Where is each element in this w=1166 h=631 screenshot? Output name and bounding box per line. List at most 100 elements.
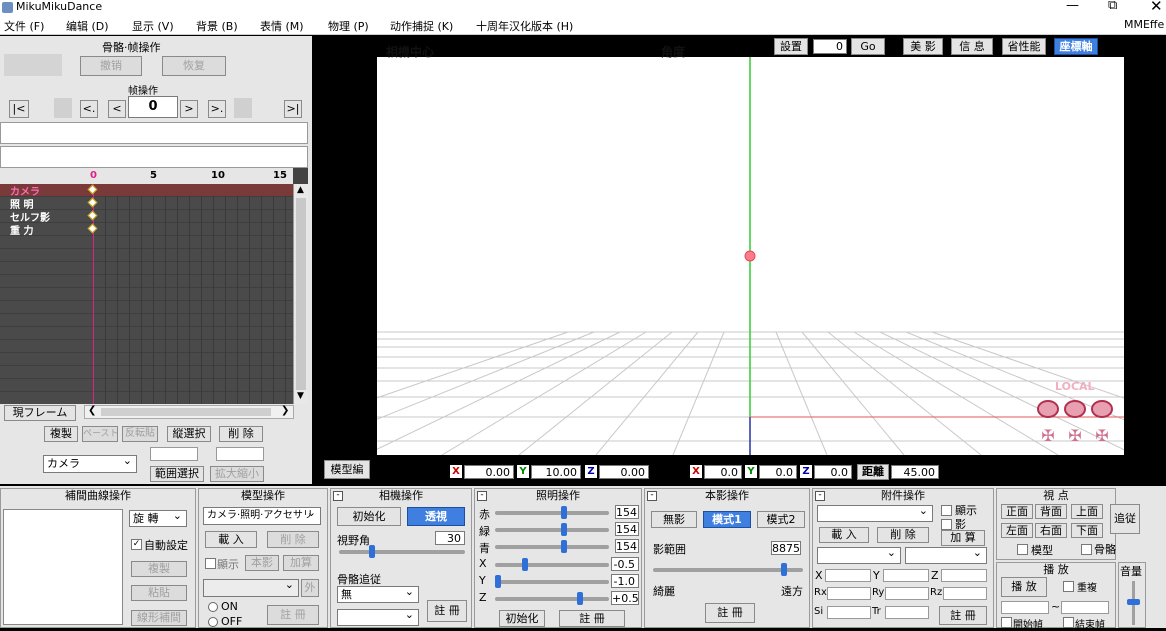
viewport[interactable]: 相機中心 角度 設置 0 Go 美 影 信 息 省性能 座標軸 LOCAL ✠ …: [318, 36, 1166, 484]
next-frame-button[interactable]: >: [180, 100, 198, 118]
on-radio[interactable]: [208, 602, 218, 612]
accessory-bone-select[interactable]: [905, 547, 987, 564]
light-z-input[interactable]: +0.5: [611, 591, 639, 605]
slider-knob[interactable]: [577, 592, 583, 605]
move-y-icon[interactable]: ✠: [1064, 428, 1086, 444]
accessory-select[interactable]: [817, 505, 933, 522]
save-performance-button[interactable]: 省性能: [1002, 38, 1046, 55]
slider-knob[interactable]: [561, 540, 567, 553]
go-button[interactable]: Go: [851, 38, 885, 55]
timeline[interactable]: 0 5 10 15 カメラ 照 明 セルフ影 重 力 ▲ ▼: [0, 168, 308, 404]
scene-canvas[interactable]: [377, 57, 1124, 455]
menu-morph[interactable]: 表情 (M): [260, 18, 304, 34]
light-blue-slider[interactable]: [495, 540, 609, 553]
frame-goto-input[interactable]: 0: [813, 39, 847, 54]
vertical-select-button[interactable]: 縦選択: [167, 426, 211, 442]
play-end-input[interactable]: [1061, 601, 1109, 614]
camera-angle-z[interactable]: 0.0: [814, 465, 852, 479]
timeline-hscrollbar[interactable]: ❮ ❯: [84, 405, 294, 419]
target-select[interactable]: カメラ: [43, 455, 137, 473]
fov-knob[interactable]: [369, 545, 375, 558]
view-right-button[interactable]: 右面: [1035, 523, 1067, 538]
rotate-z-icon[interactable]: [1091, 400, 1113, 418]
menu-edit[interactable]: 编辑 (D): [66, 18, 109, 34]
fov-slider[interactable]: [339, 545, 465, 558]
menu-view[interactable]: 显示 (V): [132, 18, 174, 34]
slider-knob[interactable]: [561, 506, 567, 519]
interp-copy-button[interactable]: 複製: [131, 561, 187, 577]
axes-button[interactable]: 座標軸: [1054, 38, 1098, 55]
camera-angle-x[interactable]: 0.0: [704, 465, 742, 479]
camera-pos-z[interactable]: 0.00: [599, 465, 649, 479]
accessory-parent-select[interactable]: [817, 547, 901, 564]
scroll-down-icon[interactable]: ▼: [297, 391, 304, 401]
shadow-register-button[interactable]: 註 冊: [705, 603, 755, 623]
prev-key-button[interactable]: <.: [80, 100, 98, 118]
distance-button[interactable]: 距離: [857, 464, 889, 480]
fov-input[interactable]: 30: [435, 531, 465, 545]
light-green-slider[interactable]: [495, 523, 609, 536]
camera-register-button[interactable]: 註 冊: [427, 600, 467, 622]
slider-knob[interactable]: [561, 523, 567, 536]
acc-rx-input[interactable]: [827, 587, 871, 600]
slider-knob[interactable]: [495, 575, 501, 588]
model-add-button[interactable]: 加算: [283, 555, 319, 571]
minimize-icon[interactable]: —: [1066, 0, 1079, 13]
last-frame-button[interactable]: >|: [284, 100, 302, 118]
light-z-slider[interactable]: [495, 592, 609, 605]
view-left-button[interactable]: 左面: [1001, 523, 1033, 538]
play-start-input[interactable]: [1001, 601, 1049, 614]
next-key-button[interactable]: >.: [208, 100, 226, 118]
light-blue-input[interactable]: 154: [615, 539, 639, 553]
model-delete-button[interactable]: 削 除: [267, 531, 319, 548]
model-load-button[interactable]: 載 入: [205, 531, 257, 548]
close-icon[interactable]: ✕: [1150, 0, 1163, 15]
timeline-vscrollbar[interactable]: ▲ ▼: [293, 184, 308, 404]
accessory-show-checkbox[interactable]: [941, 505, 952, 516]
view-front-button[interactable]: 正面: [1001, 504, 1033, 519]
model-edit-button[interactable]: 模型編: [324, 460, 370, 479]
menu-mmeffect[interactable]: MMEffe: [1124, 18, 1164, 31]
acc-si-input[interactable]: [827, 606, 871, 619]
menu-motion-capture[interactable]: 动作捕捉 (K): [390, 18, 453, 34]
camera-pos-x[interactable]: 0.00: [464, 465, 514, 479]
play-button[interactable]: 播 放: [1001, 577, 1047, 597]
restore-icon[interactable]: ⧉: [1108, 0, 1117, 13]
range-start-input[interactable]: [150, 447, 198, 461]
acc-x-input[interactable]: [825, 569, 871, 582]
acc-z-input[interactable]: [941, 569, 987, 582]
light-y-slider[interactable]: [495, 575, 609, 588]
menu-anniversary[interactable]: 十周年汉化版本 (H): [476, 18, 573, 34]
menu-file[interactable]: 文件 (F): [4, 18, 44, 34]
settings-button[interactable]: 設置: [774, 38, 808, 55]
slider-knob[interactable]: [522, 558, 528, 571]
view-bottom-button[interactable]: 下面: [1071, 523, 1103, 538]
camera-pos-y[interactable]: 10.00: [531, 465, 581, 479]
light-x-slider[interactable]: [495, 558, 609, 571]
hscroll-thumb[interactable]: [101, 408, 271, 416]
light-x-input[interactable]: -0.5: [611, 557, 639, 571]
frame-number-input[interactable]: 0: [128, 96, 178, 118]
copy-frame-button[interactable]: 複製: [44, 426, 78, 442]
light-register-button[interactable]: 註 冊: [559, 610, 625, 627]
accessory-shadow-checkbox[interactable]: [941, 519, 952, 530]
current-frame-button[interactable]: 現フレーム: [4, 405, 76, 421]
model-outer-select[interactable]: [203, 579, 299, 597]
first-frame-button[interactable]: |<: [9, 100, 29, 118]
scroll-right-icon[interactable]: ❯: [281, 405, 289, 416]
start-frame-checkbox[interactable]: [1001, 617, 1012, 628]
bone-follow-select[interactable]: 無: [337, 586, 419, 603]
shadow-range-slider[interactable]: [653, 563, 803, 576]
delete-frame-button[interactable]: 削 除: [219, 426, 263, 442]
no-shadow-button[interactable]: 無影: [651, 511, 697, 528]
reverse-paste-button[interactable]: 反転貼: [122, 426, 158, 442]
accessory-delete-button[interactable]: 削 除: [877, 527, 929, 543]
paste-frame-button[interactable]: ペースト: [82, 426, 118, 442]
acc-tr-input[interactable]: [885, 606, 929, 619]
bone-follow-sub-select[interactable]: [337, 609, 419, 626]
accessory-load-button[interactable]: 載 入: [819, 527, 869, 543]
model-self-shadow-button[interactable]: 本影: [245, 555, 279, 571]
move-x-icon[interactable]: ✠: [1037, 428, 1059, 444]
acc-y-input[interactable]: [883, 569, 929, 582]
light-red-slider[interactable]: [495, 506, 609, 519]
